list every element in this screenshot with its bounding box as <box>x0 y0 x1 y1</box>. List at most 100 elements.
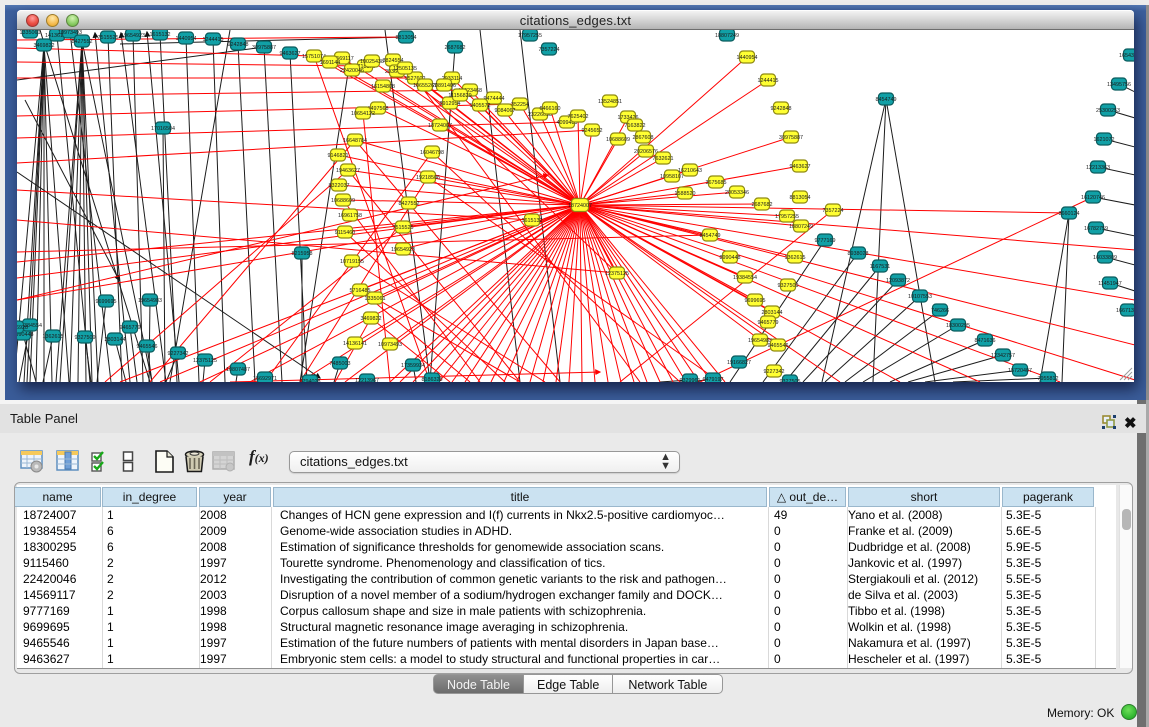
svg-text:19654923: 19654923 <box>121 33 145 39</box>
svg-text:19384554: 19384554 <box>733 275 757 281</box>
svg-text:9242848: 9242848 <box>771 106 792 112</box>
svg-text:7357224: 7357224 <box>823 208 844 214</box>
svg-text:8938028: 8938028 <box>848 251 869 257</box>
svg-text:8660124: 8660124 <box>1059 211 1080 217</box>
svg-text:3469822: 3469822 <box>361 316 382 322</box>
svg-text:15692971: 15692971 <box>253 376 277 382</box>
svg-text:8427552: 8427552 <box>72 39 93 45</box>
svg-text:25300253: 25300253 <box>1096 108 1120 114</box>
svg-text:30975887: 30975887 <box>252 45 276 51</box>
svg-text:7357224: 7357224 <box>539 47 560 53</box>
svg-text:746266: 746266 <box>931 308 949 314</box>
svg-text:18300295: 18300295 <box>946 323 970 329</box>
svg-text:7632621: 7632621 <box>653 156 674 162</box>
svg-text:1335061: 1335061 <box>20 30 41 36</box>
svg-text:7515525: 7515525 <box>393 225 414 231</box>
svg-text:2867608: 2867608 <box>633 135 654 141</box>
svg-text:30975887: 30975887 <box>779 135 803 141</box>
svg-text:9699695: 9699695 <box>745 298 766 304</box>
svg-text:9777169: 9777169 <box>815 238 836 244</box>
svg-text:1621072: 1621072 <box>1094 137 1115 143</box>
svg-text:16648784: 16648784 <box>343 138 367 144</box>
svg-text:1588520: 1588520 <box>675 191 696 197</box>
svg-text:9465546: 9465546 <box>768 343 789 349</box>
svg-text:12375125: 12375125 <box>193 358 217 364</box>
svg-text:19166827: 19166827 <box>727 360 751 366</box>
svg-text:18724007: 18724007 <box>428 123 452 129</box>
svg-text:9327509: 9327509 <box>778 283 799 289</box>
svg-text:3469822: 3469822 <box>34 43 55 49</box>
svg-text:16210643: 16210643 <box>678 168 702 174</box>
svg-text:20053346: 20053346 <box>725 190 749 196</box>
svg-text:1440954: 1440954 <box>176 36 197 42</box>
svg-text:8454749: 8454749 <box>876 97 897 103</box>
svg-text:15720407: 15720407 <box>1008 368 1032 374</box>
svg-text:9463627: 9463627 <box>280 51 301 57</box>
svg-text:14136141: 14136141 <box>343 341 367 347</box>
svg-text:10958107: 10958107 <box>660 174 684 180</box>
svg-text:2687682: 2687682 <box>445 45 466 51</box>
svg-text:1167531: 1167531 <box>870 264 891 270</box>
svg-text:16543362: 16543362 <box>1119 53 1134 59</box>
svg-text:10654122: 10654122 <box>351 111 375 117</box>
svg-text:7625402: 7625402 <box>568 114 589 120</box>
svg-text:12505135: 12505135 <box>393 66 417 72</box>
svg-text:2803144: 2803144 <box>762 310 783 316</box>
svg-text:19756928: 19756928 <box>17 325 28 331</box>
svg-text:12342757: 12342757 <box>991 353 1015 359</box>
svg-text:12093872: 12093872 <box>886 278 910 284</box>
svg-text:9327509: 9327509 <box>75 335 96 341</box>
svg-text:12213967: 12213967 <box>355 378 379 382</box>
svg-text:1362615: 1362615 <box>785 255 806 261</box>
svg-text:8427552: 8427552 <box>399 201 420 207</box>
svg-text:17957255: 17957255 <box>775 214 799 220</box>
svg-text:8322037: 8322037 <box>329 183 350 189</box>
svg-text:8813054: 8813054 <box>396 35 417 41</box>
svg-text:11156829: 11156829 <box>448 93 471 99</box>
svg-text:1691144: 1691144 <box>320 60 341 66</box>
svg-text:1440954: 1440954 <box>737 55 758 61</box>
svg-text:9227342: 9227342 <box>764 369 785 375</box>
svg-text:10719155: 10719155 <box>340 259 364 265</box>
svg-text:7163822: 7163822 <box>625 123 646 129</box>
svg-text:11451947: 11451947 <box>1098 281 1122 287</box>
svg-text:9465779: 9465779 <box>120 325 141 331</box>
svg-text:8454749: 8454749 <box>700 233 721 239</box>
svg-text:16154808: 16154808 <box>371 84 395 90</box>
svg-text:1244415: 1244415 <box>758 78 779 84</box>
svg-text:18724007: 18724007 <box>568 203 592 209</box>
svg-text:10107553: 10107553 <box>908 294 932 300</box>
svg-text:17016504: 17016504 <box>151 126 175 132</box>
svg-text:1335061: 1335061 <box>365 296 386 302</box>
svg-text:2687682: 2687682 <box>752 202 773 208</box>
svg-text:9465546: 9465546 <box>137 344 158 350</box>
svg-text:9327505: 9327505 <box>780 379 801 382</box>
svg-text:16961758: 16961758 <box>338 213 362 219</box>
svg-text:1244415: 1244415 <box>203 37 224 43</box>
svg-text:8215958: 8215958 <box>292 251 313 257</box>
svg-text:10655267: 10655267 <box>413 83 437 89</box>
svg-text:13495756: 13495756 <box>1107 82 1131 88</box>
svg-text:10973493: 10973493 <box>378 342 402 348</box>
svg-text:8990448: 8990448 <box>720 255 741 261</box>
svg-text:7485003: 7485003 <box>330 361 351 367</box>
svg-text:12375125: 12375125 <box>605 271 629 277</box>
svg-text:6479197: 6479197 <box>703 377 724 382</box>
svg-text:19218506: 19218506 <box>416 175 440 181</box>
svg-text:9146821: 9146821 <box>328 153 349 159</box>
svg-text:9465779: 9465779 <box>758 320 779 326</box>
svg-text:17957255: 17957255 <box>518 33 542 39</box>
svg-text:13524851: 13524851 <box>598 99 622 105</box>
svg-text:3675685: 3675685 <box>706 180 727 186</box>
svg-text:8471636: 8471636 <box>975 338 996 344</box>
svg-text:8813054: 8813054 <box>790 195 811 201</box>
svg-text:1362615: 1362615 <box>43 334 64 340</box>
svg-text:9242848: 9242848 <box>228 42 249 48</box>
svg-text:5716485: 5716485 <box>350 288 371 294</box>
svg-text:1405572: 1405572 <box>470 103 491 109</box>
svg-text:16120746: 16120746 <box>1081 195 1105 201</box>
svg-text:6794028: 6794028 <box>300 379 321 382</box>
svg-text:12213363: 12213363 <box>1086 165 1110 171</box>
svg-text:16046798: 16046798 <box>420 150 444 156</box>
svg-text:19463627: 19463627 <box>336 168 360 174</box>
